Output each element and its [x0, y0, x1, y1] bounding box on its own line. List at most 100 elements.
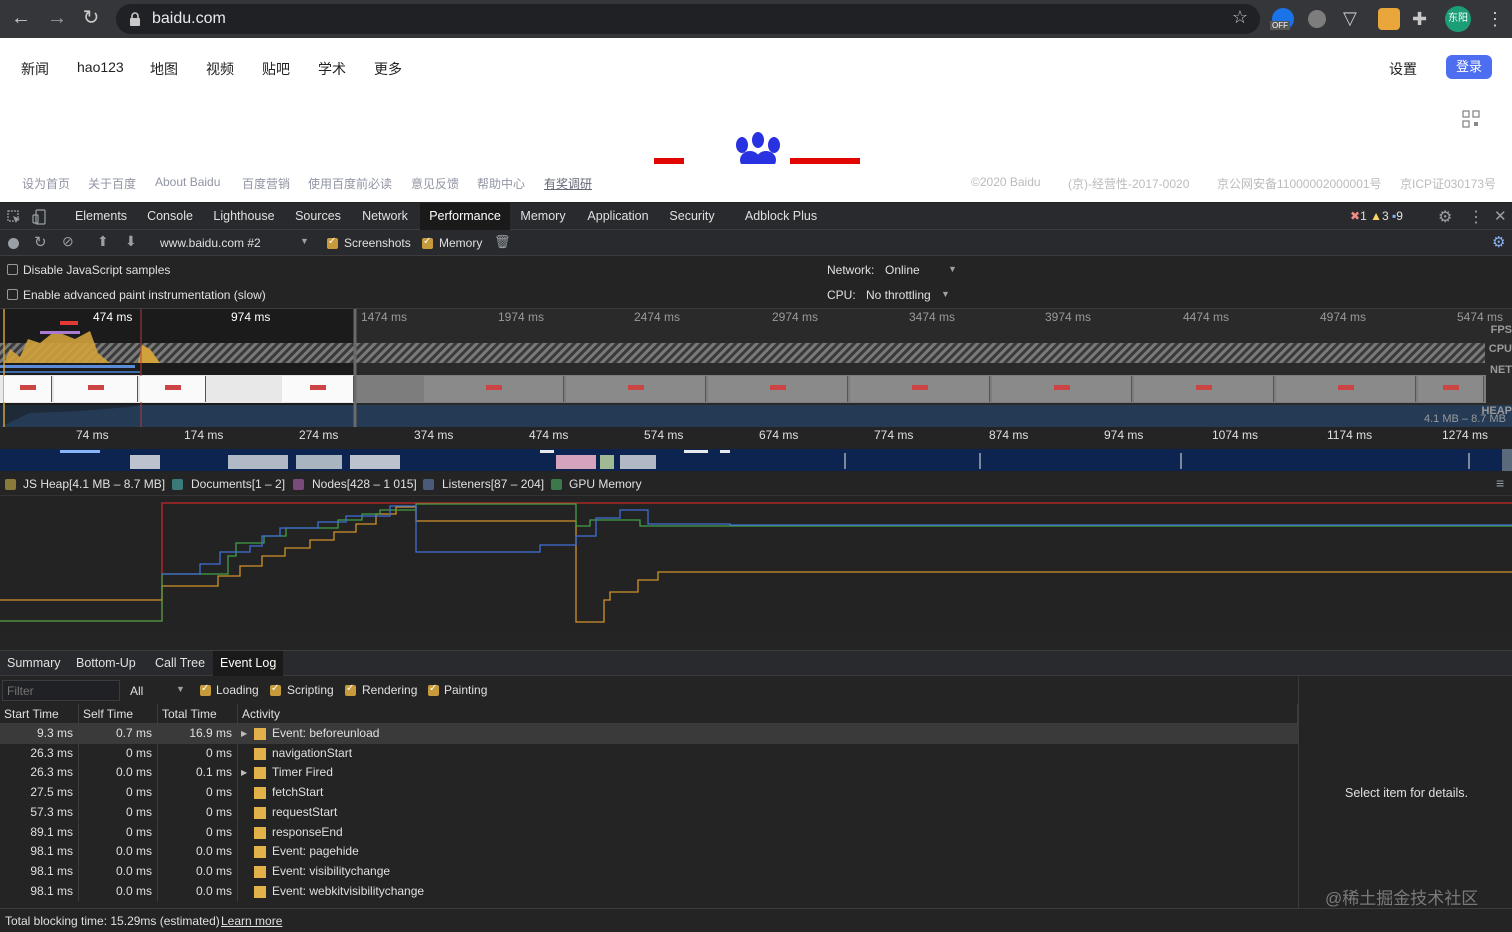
learn-more-link[interactable]: Learn more	[221, 914, 282, 928]
download-icon[interactable]: ⬇	[125, 233, 137, 250]
device-toolbar-icon[interactable]	[32, 209, 48, 225]
painting-checkbox[interactable]	[428, 683, 439, 696]
trash-icon[interactable]: 🗑	[494, 234, 511, 250]
tab-memory[interactable]: Memory	[512, 203, 574, 230]
nav-hao123[interactable]: hao123	[77, 59, 124, 75]
table-row[interactable]: 98.1 ms 0.0 ms 0.0 ms Event: webkitvisibili…	[0, 881, 1298, 902]
address-bar[interactable]: baidu.com ☆	[116, 4, 1260, 34]
nav-map[interactable]: 地图	[150, 59, 178, 79]
screenshot-thumbnail[interactable]	[282, 376, 354, 402]
nav-video[interactable]: 视频	[206, 59, 234, 79]
documents-checkbox[interactable]	[172, 479, 183, 490]
table-row[interactable]: 9.3 ms 0.7 ms 16.9 ms ▶ Event: beforeunload	[0, 724, 1298, 744]
tab-sources[interactable]: Sources	[286, 203, 350, 230]
screenshot-thumbnail[interactable]	[992, 376, 1132, 402]
extension-globe-icon[interactable]	[1308, 10, 1326, 28]
tab-elements[interactable]: Elements	[66, 203, 136, 230]
footer-link[interactable]: 使用百度前必读	[308, 175, 392, 192]
tab-call-tree[interactable]: Call Tree	[148, 651, 212, 676]
category-select[interactable]: All ▼	[124, 680, 188, 701]
login-button[interactable]: 登录	[1446, 55, 1492, 79]
screenshots-checkbox[interactable]	[327, 236, 338, 249]
expand-arrow-icon[interactable]: ▶	[241, 724, 247, 744]
footer-license[interactable]: 京ICP证030173号	[1400, 175, 1496, 192]
screenshot-thumbnail[interactable]	[566, 376, 706, 402]
col-self-time[interactable]: Self Time	[79, 704, 158, 724]
tab-console[interactable]: Console	[138, 203, 202, 230]
tab-application[interactable]: Application	[578, 203, 658, 230]
capture-settings-icon[interactable]: ⚙	[1492, 233, 1505, 251]
clear-icon[interactable]: ⊘	[62, 233, 74, 250]
extension-v-icon[interactable]: ▽	[1343, 8, 1365, 30]
recording-select[interactable]: www.baidu.com #2 ▼	[152, 233, 316, 253]
footer-link[interactable]: 百度营销	[242, 175, 290, 192]
screenshot-thumbnail[interactable]	[54, 376, 138, 402]
table-row[interactable]: 98.1 ms 0.0 ms 0.0 ms Event: visibilitychan…	[0, 861, 1298, 882]
profile-avatar[interactable]: 东阳	[1445, 6, 1471, 32]
nav-more[interactable]: 更多	[374, 59, 402, 79]
table-row[interactable]: 98.1 ms 0.0 ms 0.0 ms Event: pagehide	[0, 842, 1298, 862]
hamburger-menu-icon[interactable]: ≡	[1496, 475, 1504, 491]
footer-link[interactable]: 关于百度	[88, 175, 136, 192]
table-row[interactable]: 26.3 ms 0 ms 0 ms navigationStart	[0, 743, 1298, 764]
tab-adblock-plus[interactable]: Adblock Plus	[736, 203, 826, 230]
back-arrow-icon[interactable]: ←	[8, 6, 34, 32]
disable-js-samples-checkbox[interactable]	[7, 264, 18, 275]
nav-news[interactable]: 新闻	[21, 59, 49, 79]
scripting-checkbox[interactable]	[270, 683, 281, 696]
gpu-memory-checkbox[interactable]	[551, 479, 562, 490]
loading-checkbox[interactable]	[200, 683, 211, 696]
table-row[interactable]: 57.3 ms 0 ms 0 ms requestStart	[0, 802, 1298, 823]
screenshot-thumbnail[interactable]	[1134, 376, 1274, 402]
footer-license[interactable]: 京公网安备11000002000001号	[1217, 175, 1382, 192]
table-row[interactable]: 26.3 ms 0.0 ms 0.1 ms ▶ Timer Fired	[0, 763, 1298, 784]
screenshot-thumbnail[interactable]	[424, 376, 564, 402]
star-icon[interactable]: ☆	[1232, 7, 1248, 28]
timeline-overview[interactable]: 474 ms 974 ms 1474 ms 1974 ms 2474 ms 2974 ms…	[0, 309, 1512, 427]
screenshot-thumbnail[interactable]	[1418, 376, 1484, 402]
screenshot-thumbnail[interactable]	[1276, 376, 1416, 402]
tab-lighthouse[interactable]: Lighthouse	[204, 203, 284, 230]
cpu-throttle-value[interactable]: No throttling	[866, 288, 931, 302]
nodes-checkbox[interactable]	[293, 479, 304, 490]
screenshot-thumbnail[interactable]	[708, 376, 848, 402]
screenshot-thumbnail[interactable]	[140, 376, 206, 402]
col-start-time[interactable]: Start Time	[0, 704, 79, 724]
kebab-menu-icon[interactable]: ⋮	[1484, 8, 1506, 30]
tab-network[interactable]: Network	[352, 203, 418, 230]
network-throttle-value[interactable]: Online	[885, 263, 920, 277]
footer-license[interactable]: (京)-经营性-2017-0020	[1068, 175, 1189, 192]
footer-link[interactable]: 意见反馈	[411, 175, 459, 192]
footer-link[interactable]: About Baidu	[155, 175, 220, 189]
nav-xueshu[interactable]: 学术	[318, 59, 346, 79]
issue-counters[interactable]: ✖1 ▲3 ▪9	[1350, 209, 1403, 223]
table-row[interactable]: 89.1 ms 0 ms 0 ms responseEnd	[0, 822, 1298, 843]
gear-icon[interactable]: ⚙	[1438, 207, 1452, 227]
forward-arrow-icon[interactable]: →	[44, 6, 70, 32]
js-heap-checkbox[interactable]	[5, 479, 16, 490]
close-icon[interactable]: ✕	[1494, 207, 1507, 225]
expand-arrow-icon[interactable]: ▶	[241, 763, 247, 783]
record-icon[interactable]	[8, 238, 19, 249]
listeners-checkbox[interactable]	[423, 479, 434, 490]
screenshot-thumbnail[interactable]	[850, 376, 990, 402]
qrcode-icon[interactable]	[1462, 110, 1480, 128]
footer-link[interactable]: 设为首页	[22, 175, 70, 192]
tab-security[interactable]: Security	[662, 203, 722, 230]
col-activity[interactable]: Activity	[238, 704, 1298, 724]
rendering-checkbox[interactable]	[345, 683, 356, 696]
table-row[interactable]: 27.5 ms 0 ms 0 ms fetchStart	[0, 783, 1298, 803]
tab-performance[interactable]: Performance	[420, 203, 510, 230]
filter-input[interactable]	[2, 680, 120, 701]
settings-link[interactable]: 设置	[1389, 59, 1417, 79]
extension-puzzle-icon[interactable]: ✚	[1412, 8, 1434, 30]
advanced-paint-checkbox[interactable]	[7, 289, 18, 300]
upload-icon[interactable]: ⬆	[97, 233, 109, 250]
network-tracks[interactable]	[0, 449, 1512, 471]
extension-orange-icon[interactable]	[1378, 8, 1400, 30]
memory-checkbox[interactable]	[422, 236, 433, 249]
tab-event-log[interactable]: Event Log	[213, 651, 284, 676]
nav-tieba[interactable]: 贴吧	[262, 59, 290, 79]
inspect-element-icon[interactable]	[7, 210, 21, 224]
kebab-menu-icon[interactable]: ⋮	[1468, 207, 1484, 227]
